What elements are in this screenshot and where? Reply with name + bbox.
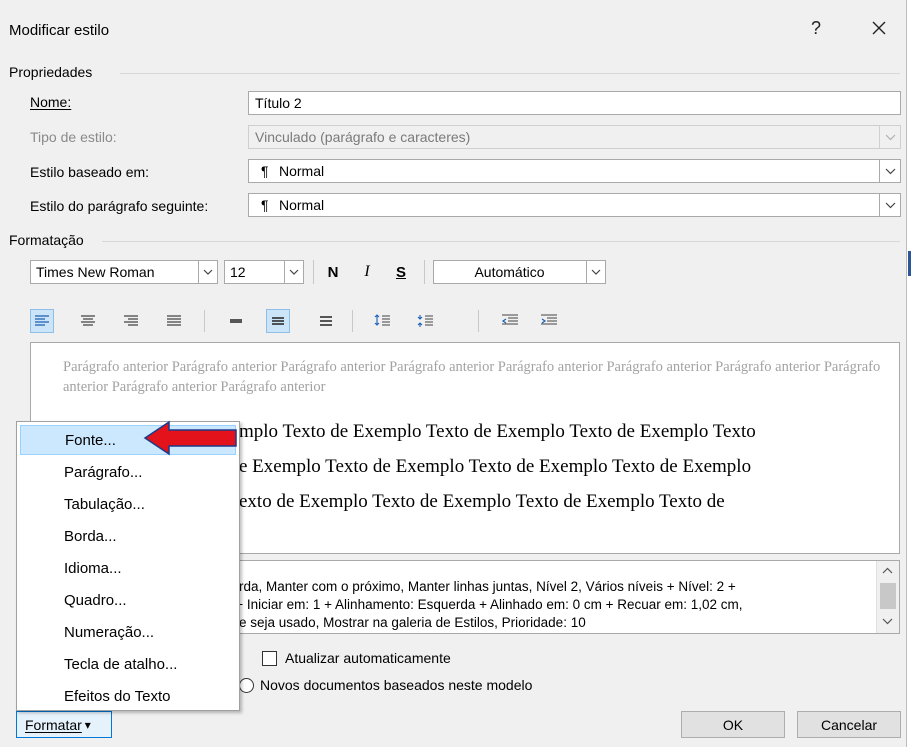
- decrease-indent-button[interactable]: [498, 309, 522, 333]
- align-right-button[interactable]: [119, 309, 143, 333]
- menu-item-border[interactable]: Borda...: [20, 521, 236, 551]
- formatting-group-label: Formatação: [9, 232, 84, 248]
- dialog-title: Modificar estilo: [9, 22, 110, 39]
- sample-text-line: exto de Exemplo Texto de Exemplo Texto d…: [239, 491, 725, 512]
- space-before-decrease-button[interactable]: [413, 309, 437, 333]
- sample-text-line: mplo Texto de Exemplo Texto de Exemplo T…: [239, 421, 756, 442]
- one-half-spacing-button[interactable]: [266, 309, 290, 333]
- description-line: que seja usado, Mostrar na galeria de Es…: [224, 615, 586, 630]
- sample-text-line: e Exemplo Texto de Exemplo Texto de Exem…: [239, 456, 752, 477]
- toolbar-separator: [478, 310, 479, 332]
- size-select[interactable]: 12: [224, 260, 304, 284]
- toolbar-separator: [352, 310, 353, 332]
- menu-item-numbering[interactable]: Numeração...: [20, 617, 236, 647]
- menu-item-frame[interactable]: Quadro...: [20, 585, 236, 615]
- red-arrow-annotation: [143, 420, 237, 456]
- font-color-select[interactable]: Automático: [433, 260, 606, 284]
- help-button[interactable]: ?: [798, 13, 834, 43]
- menu-item-tabs[interactable]: Tabulação...: [20, 489, 236, 519]
- chevron-down-icon[interactable]: [198, 261, 217, 283]
- ok-button[interactable]: OK: [681, 711, 785, 738]
- underline-button[interactable]: S: [388, 260, 414, 284]
- one-half-spacing-icon: [272, 317, 284, 325]
- bold-button[interactable]: N: [320, 260, 346, 284]
- align-right-icon: [124, 315, 138, 326]
- menu-item-text-effects[interactable]: Efeitos do Texto: [20, 681, 236, 711]
- chevron-down-icon: ▾: [84, 717, 91, 732]
- single-spacing-button[interactable]: [224, 309, 248, 333]
- format-button[interactable]: Formatar ▾: [16, 711, 112, 738]
- justify-button[interactable]: [162, 309, 186, 333]
- chevron-down-icon[interactable]: [586, 261, 605, 283]
- new-documents-radio[interactable]: [239, 678, 254, 693]
- based-on-label: Estilo baseado em:: [30, 164, 150, 180]
- menu-item-shortcut-key[interactable]: Tecla de atalho...: [20, 649, 236, 679]
- toolbar-separator: [204, 310, 205, 332]
- close-button[interactable]: [861, 13, 897, 43]
- pilcrow-icon: ¶: [261, 197, 269, 213]
- style-type-label: Tipo de estilo:: [30, 129, 117, 145]
- properties-divider: [120, 73, 900, 74]
- previous-paragraph-text: Parágrafo anterior Parágrafo anterior Pa…: [63, 359, 881, 395]
- space-before-icon: [374, 314, 390, 326]
- based-on-select[interactable]: ¶ Normal: [248, 159, 901, 183]
- following-style-value: Normal: [279, 197, 325, 213]
- background-window-edge: [907, 0, 912, 747]
- scroll-down-icon[interactable]: [882, 618, 893, 625]
- properties-group-label: Propriedades: [9, 64, 93, 80]
- align-left-icon: [35, 315, 49, 326]
- chevron-down-icon: [879, 126, 900, 148]
- chevron-down-icon[interactable]: [879, 194, 900, 216]
- space-decrease-icon: [417, 315, 433, 327]
- menu-item-language[interactable]: Idioma...: [20, 553, 236, 583]
- name-input[interactable]: Título 2: [248, 91, 901, 115]
- font-value: Times New Roman: [36, 264, 155, 280]
- chevron-down-icon[interactable]: [879, 160, 900, 182]
- double-spacing-icon: [320, 316, 332, 326]
- align-center-icon: [81, 315, 95, 326]
- scrollbar-thumb[interactable]: [880, 583, 896, 609]
- decrease-indent-icon: [501, 314, 518, 325]
- name-label-text: Nome:: [30, 94, 72, 110]
- space-before-increase-button[interactable]: [370, 309, 394, 333]
- scroll-up-icon[interactable]: [882, 567, 893, 574]
- size-value: 12: [230, 264, 246, 280]
- toolbar-separator: [424, 260, 425, 284]
- increase-indent-icon: [541, 314, 557, 325]
- auto-update-checkbox[interactable]: [262, 651, 277, 666]
- align-center-button[interactable]: [76, 309, 100, 333]
- double-spacing-button[interactable]: [314, 309, 338, 333]
- description-scrollbar[interactable]: [876, 561, 899, 633]
- description-line: .. + Iniciar em: 1 + Alinhamento: Esquer…: [224, 597, 743, 612]
- style-type-value: Vinculado (parágrafo e caracteres): [255, 129, 471, 145]
- following-style-select[interactable]: ¶ Normal: [248, 193, 901, 217]
- justify-icon: [167, 315, 181, 326]
- menu-item-paragraph[interactable]: Parágrafo...: [20, 457, 236, 487]
- single-spacing-icon: [230, 319, 242, 323]
- description-line: uerda, Manter com o próximo, Manter linh…: [224, 579, 736, 594]
- modify-style-dialog: Modificar estilo ? Propriedades Nome: Tí…: [0, 0, 907, 747]
- pilcrow-icon: ¶: [261, 163, 269, 179]
- chevron-down-icon[interactable]: [284, 261, 303, 283]
- name-label: Nome:: [30, 94, 71, 110]
- font-color-value: Automático: [474, 264, 545, 280]
- close-icon: [872, 21, 886, 35]
- toolbar-separator: [313, 260, 314, 284]
- format-menu: Fonte... Parágrafo... Tabulação... Borda…: [16, 421, 240, 711]
- style-type-select: Vinculado (parágrafo e caracteres): [248, 125, 901, 149]
- align-left-button[interactable]: [30, 309, 54, 333]
- formatting-divider: [102, 241, 900, 242]
- format-button-label: Formatar: [25, 716, 82, 733]
- new-documents-label: Novos documentos baseados neste modelo: [260, 677, 533, 693]
- cancel-button[interactable]: Cancelar: [797, 711, 901, 738]
- window-edge-accent: [908, 251, 911, 276]
- italic-button[interactable]: I: [354, 260, 380, 284]
- based-on-value: Normal: [279, 163, 325, 179]
- auto-update-label: Atualizar automaticamente: [285, 650, 451, 666]
- font-select[interactable]: Times New Roman: [30, 260, 218, 284]
- following-style-label: Estilo do parágrafo seguinte:: [30, 198, 209, 214]
- increase-indent-button[interactable]: [537, 309, 561, 333]
